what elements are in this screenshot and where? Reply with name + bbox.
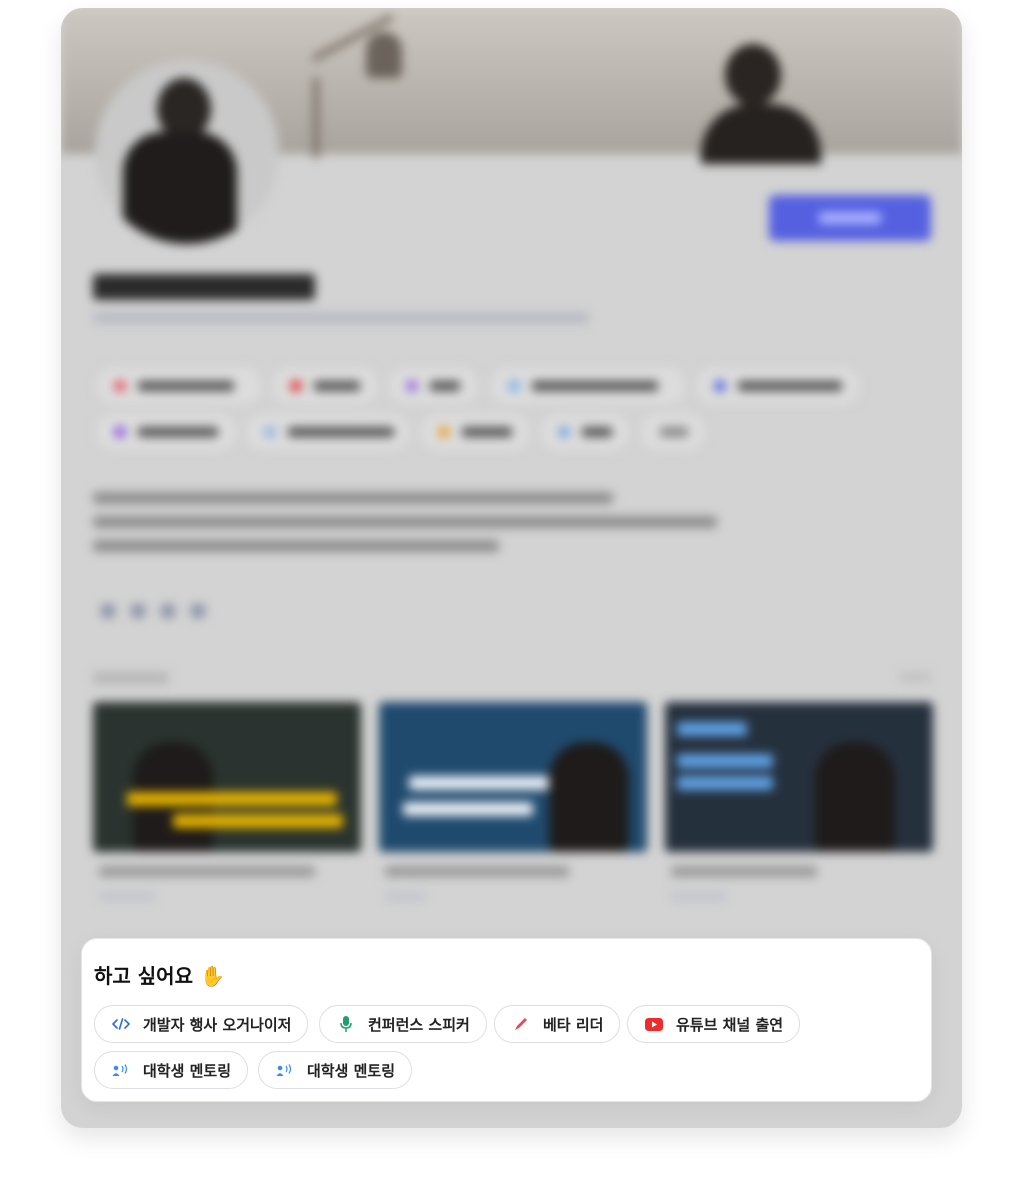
follow-button[interactable]	[769, 195, 931, 241]
tag-label: 베타 리더	[543, 1015, 604, 1034]
wishlist-title-text: 하고 싶어요	[94, 964, 193, 988]
tag-label: 대학생 멘토링	[307, 1061, 396, 1080]
tag-label: 컨퍼런스 스피커	[368, 1015, 470, 1034]
tag-label: 대학생 멘토링	[143, 1061, 232, 1080]
tag-event-organizer[interactable]: 개발자 행사 오거나이저	[94, 1005, 309, 1043]
mentor-icon	[275, 1061, 295, 1079]
tag-beta-reader[interactable]: 베타 리더	[494, 1005, 621, 1043]
profile-subtitle	[93, 312, 589, 324]
tag-label: 유튜브 채널 출연	[676, 1015, 784, 1034]
pencil-icon	[511, 1015, 531, 1033]
youtube-icon	[644, 1015, 664, 1033]
avatar	[95, 60, 279, 244]
code-icon	[111, 1015, 131, 1033]
tag-student-mentoring-2[interactable]: 대학생 멘토링	[258, 1051, 413, 1089]
wishlist-panel: 하고 싶어요 ✋ 개발자 행사 오거나이저 컨퍼런스 스피커 베타 리더 유튜브…	[81, 938, 932, 1102]
microphone-icon	[336, 1015, 356, 1033]
tag-label: 개발자 행사 오거나이저	[143, 1015, 292, 1034]
tag-youtube-appearance[interactable]: 유튜브 채널 출연	[627, 1005, 801, 1043]
raised-hand-icon: ✋	[199, 964, 225, 988]
wishlist-title: 하고 싶어요 ✋	[94, 961, 225, 991]
profile-name	[93, 274, 315, 300]
mentor-icon	[111, 1061, 131, 1079]
tag-student-mentoring[interactable]: 대학생 멘토링	[94, 1051, 249, 1089]
tag-conference-speaker[interactable]: 컨퍼런스 스피커	[319, 1005, 487, 1043]
